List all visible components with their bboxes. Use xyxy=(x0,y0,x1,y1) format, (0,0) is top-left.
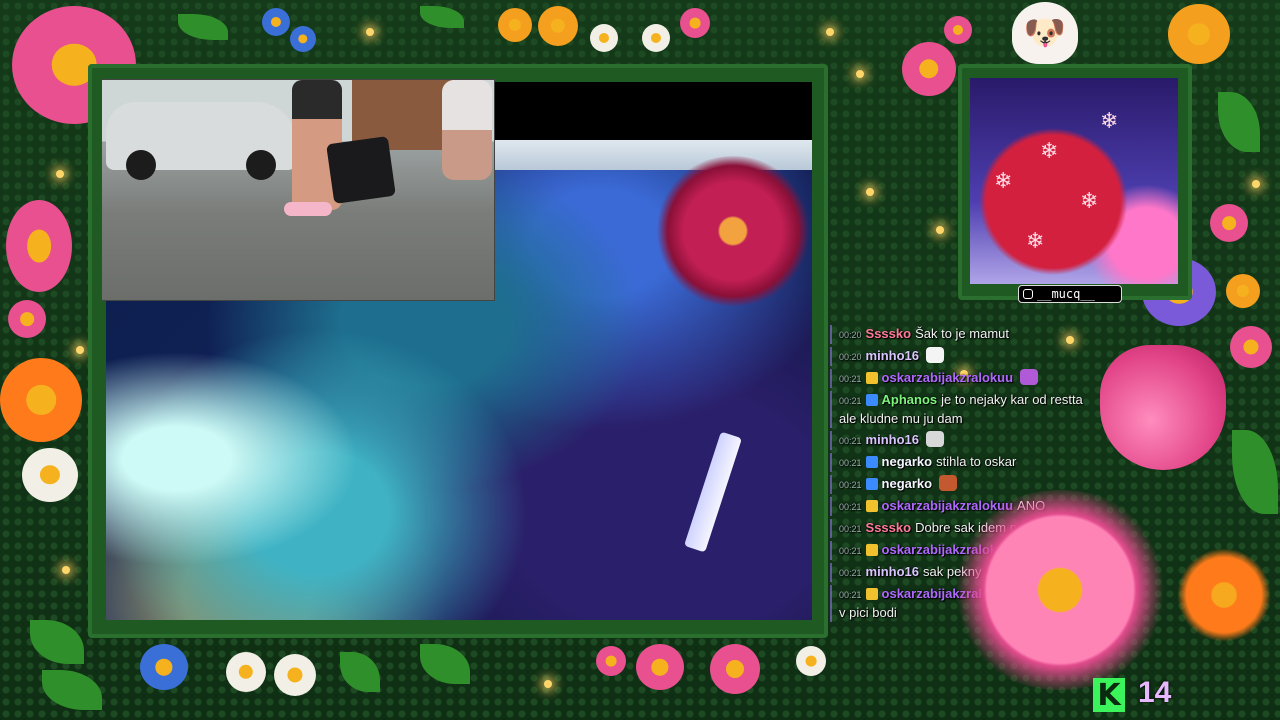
crown-badge-icon xyxy=(865,544,878,556)
game-light-stick xyxy=(683,431,743,553)
blue-flower-decoration xyxy=(290,26,316,52)
fairy-light xyxy=(76,346,84,354)
chat-username[interactable]: oskarzabijakzralokuu xyxy=(882,370,1014,385)
dog-mascot-icon: 🐶 xyxy=(1012,2,1078,64)
snowflake-icon: ❄ xyxy=(1026,228,1045,253)
pink-flower-decoration xyxy=(1230,326,1272,368)
chat-timestamp: 00:21 xyxy=(839,502,862,512)
white-flower-decoration xyxy=(226,652,266,692)
pink-flower-decoration xyxy=(944,16,972,44)
pink-flower-decoration xyxy=(6,200,72,292)
snowflake-icon: ❄ xyxy=(1100,108,1119,133)
pink-flower-decoration xyxy=(8,300,46,338)
irl-suitcase xyxy=(326,135,396,205)
chat-text: Šak to je mamut xyxy=(915,326,1010,341)
blue-flower-decoration xyxy=(140,644,188,690)
fairy-light xyxy=(62,566,70,574)
orange-flower-decoration xyxy=(1168,4,1230,64)
fairy-light xyxy=(544,680,552,688)
chat-username[interactable]: minho16 xyxy=(866,432,919,447)
instagram-handle: __mucq__ xyxy=(1037,287,1095,301)
chat-timestamp: 00:21 xyxy=(839,524,862,534)
chat-message: 00:21 oskarzabijakzralokuu xyxy=(830,369,1090,388)
game-flower-object xyxy=(654,156,812,306)
chat-message: 00:20 minho16 xyxy=(830,347,1090,366)
chat-message: 00:21 minho16 xyxy=(830,431,1090,450)
viewer-count: 14 xyxy=(1138,676,1172,709)
pink-flower-decoration xyxy=(710,644,760,694)
fairy-light xyxy=(866,188,874,196)
chat-message: 00:21 negarko stihla to oskar xyxy=(830,453,1090,472)
orange-flower-decoration xyxy=(538,6,578,46)
chat-text: stihla to oskar xyxy=(936,454,1017,469)
blue-flower-decoration xyxy=(262,8,290,36)
crown-badge-icon xyxy=(865,372,878,384)
fairy-light xyxy=(366,28,374,36)
kick-logo-icon: K xyxy=(1093,678,1125,713)
sub-badge-icon xyxy=(865,478,878,490)
orange-flower-decoration xyxy=(1226,274,1260,308)
fairy-light xyxy=(826,28,834,36)
chat-username[interactable]: negarko xyxy=(882,476,933,491)
irl-second-person xyxy=(442,80,492,180)
chat-timestamp: 00:21 xyxy=(839,568,862,578)
chat-timestamp: 00:20 xyxy=(839,330,862,340)
chat-timestamp: 00:21 xyxy=(839,458,862,468)
pink-flower-decoration xyxy=(680,8,710,38)
chat-timestamp: 00:20 xyxy=(839,352,862,362)
chat-timestamp: 00:21 xyxy=(839,436,862,446)
chat-username[interactable]: Ssssko xyxy=(866,326,912,341)
chat-timestamp: 00:21 xyxy=(839,546,862,556)
crown-badge-icon xyxy=(865,500,878,512)
instagram-icon xyxy=(1023,289,1033,299)
irl-slippers xyxy=(284,202,332,216)
face-emote-icon xyxy=(939,475,958,491)
pink-flower-decoration xyxy=(636,644,684,690)
webcam-feed: ❄ ❄ ❄ ❄ ❄ xyxy=(970,78,1178,284)
chat-timestamp: 00:21 xyxy=(839,480,862,490)
snowflake-icon: ❄ xyxy=(994,168,1013,193)
fairy-light xyxy=(936,226,944,234)
orange-flower-decoration xyxy=(0,358,82,442)
pink-flower-decoration xyxy=(596,646,626,676)
chat-timestamp: 00:21 xyxy=(839,396,862,406)
fairy-light xyxy=(856,70,864,78)
fairy-light xyxy=(1252,180,1260,188)
game-black-bar xyxy=(492,82,812,140)
cat-emote-icon xyxy=(926,431,944,447)
gem-emote-icon xyxy=(1020,369,1039,385)
chat-timestamp: 00:21 xyxy=(839,374,862,384)
orange-flower-decoration xyxy=(498,8,532,42)
chat-message: 00:20 Ssssko Šak to je mamut xyxy=(830,325,1090,344)
sub-badge-icon xyxy=(865,456,878,468)
snowflake-icon: ❄ xyxy=(1040,138,1059,163)
irl-parked-car xyxy=(106,102,296,180)
irl-video-pip xyxy=(101,79,495,301)
chat-username[interactable]: negarko xyxy=(882,454,933,469)
sub-badge-icon xyxy=(865,394,878,406)
white-flower-decoration xyxy=(22,448,78,502)
white-flower-decoration xyxy=(590,24,618,52)
white-flower-decoration xyxy=(642,24,670,52)
chat-timestamp: 00:21 xyxy=(839,590,862,600)
chat-message: 00:21 Aphanos je to nejaky kar od restta a… xyxy=(830,391,1090,428)
pink-flower-decoration xyxy=(1210,204,1248,242)
big-pink-flower-decoration xyxy=(945,490,1175,690)
chat-username[interactable]: minho16 xyxy=(866,348,919,363)
tulip-decoration xyxy=(1100,345,1226,470)
orange-flower-decoration xyxy=(1168,545,1280,645)
pink-flower-decoration xyxy=(902,42,956,96)
instagram-handle-tag: __mucq__ xyxy=(1018,285,1122,303)
pepe-emote-icon xyxy=(926,347,944,363)
fairy-light xyxy=(56,170,64,178)
snowflake-icon: ❄ xyxy=(1080,188,1099,213)
white-flower-decoration xyxy=(796,646,826,676)
chat-username[interactable]: Ssssko xyxy=(866,520,912,535)
chat-username[interactable]: Aphanos xyxy=(882,392,938,407)
white-flower-decoration xyxy=(274,654,316,696)
chat-username[interactable]: minho16 xyxy=(866,564,919,579)
crown-badge-icon xyxy=(865,588,878,600)
